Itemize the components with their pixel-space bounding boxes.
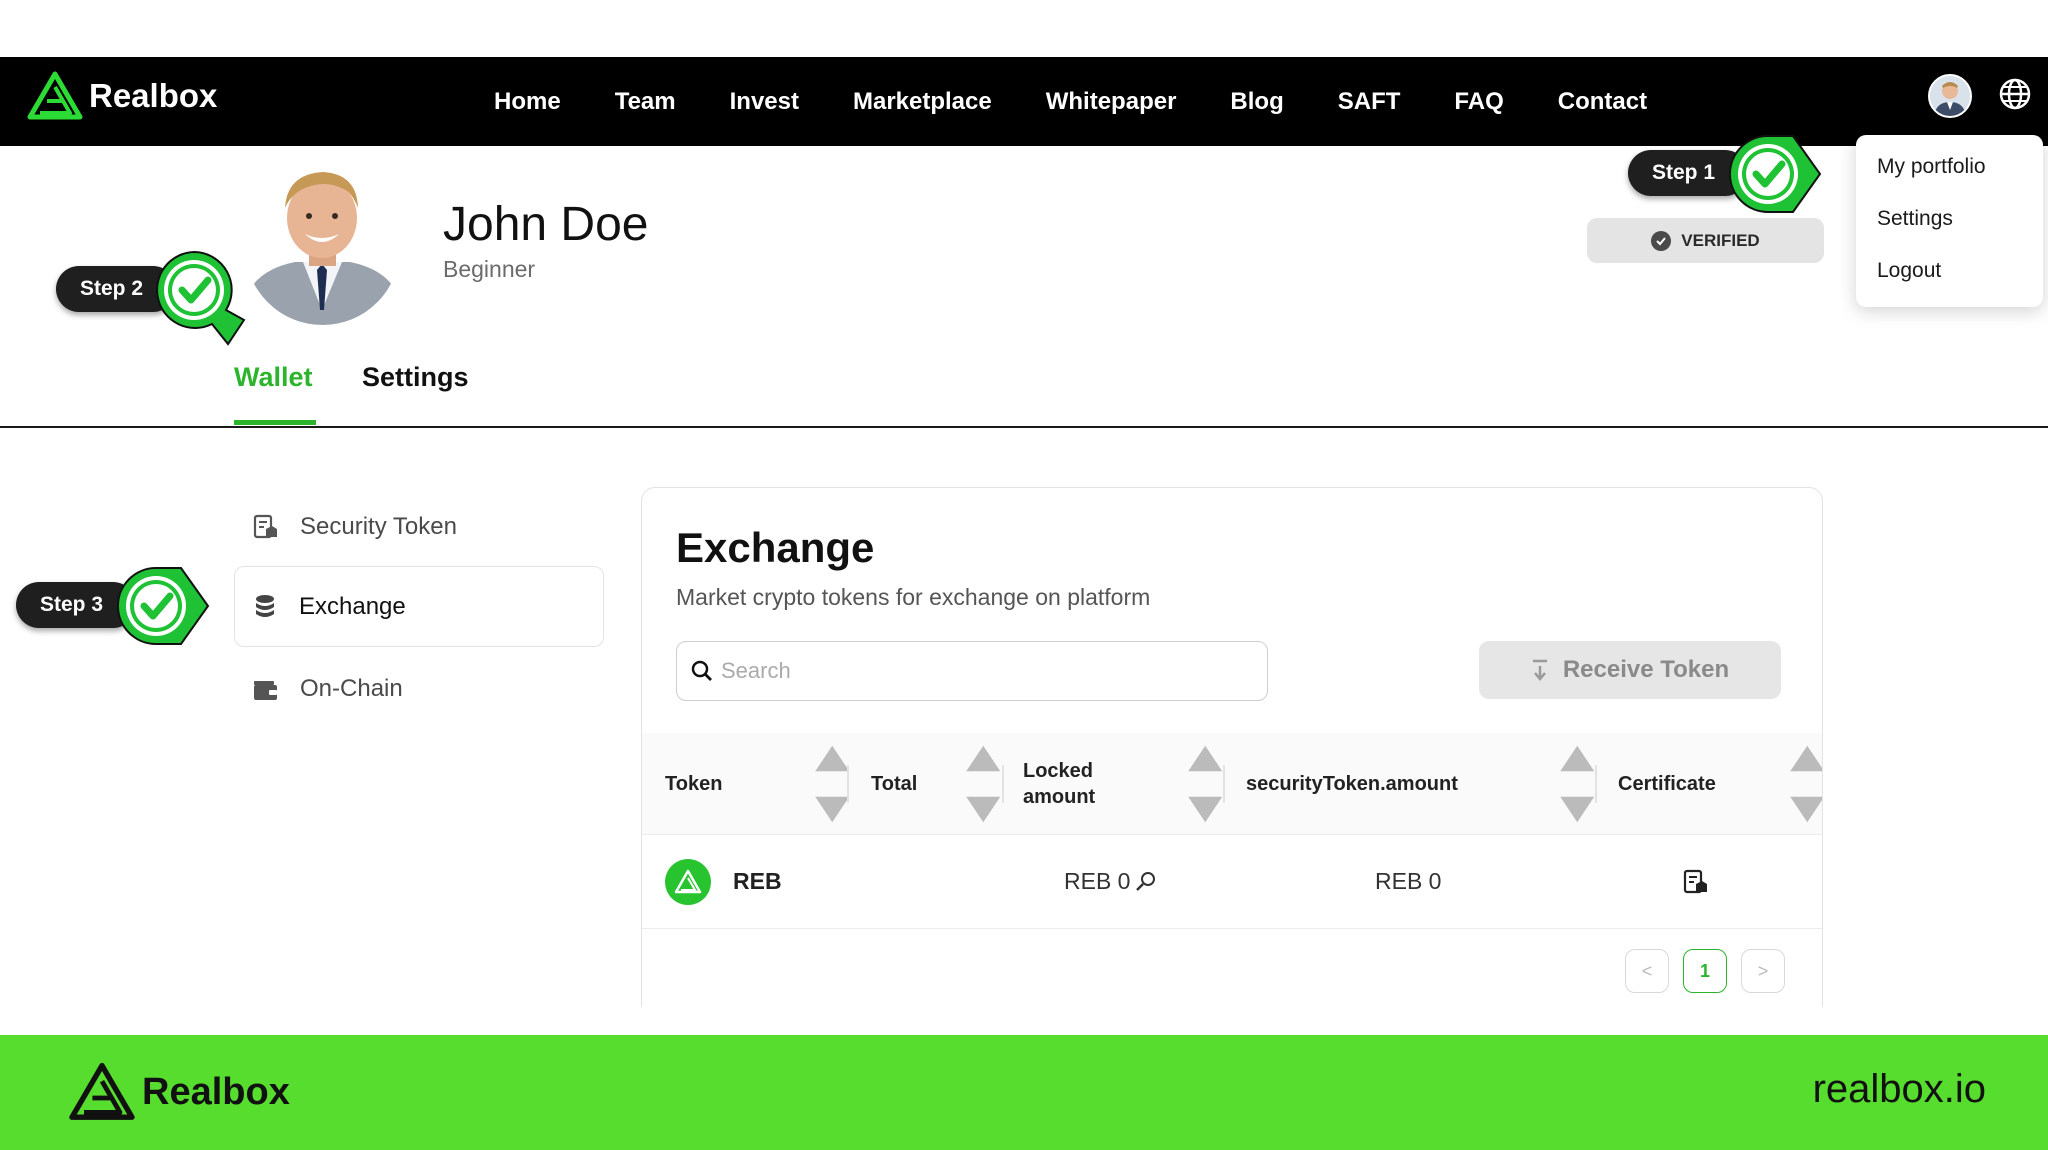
realbox-logo-icon (27, 71, 83, 120)
sort-icon[interactable] (1786, 733, 1823, 835)
column-divider (1595, 765, 1597, 803)
brand-name: Realbox (89, 77, 218, 114)
certificate-icon[interactable] (1682, 869, 1708, 895)
profile-photo (245, 160, 400, 325)
pagination-next-button[interactable]: > (1741, 949, 1785, 993)
nav-contact[interactable]: Contact (1558, 88, 1647, 116)
footer-url: realbox.io (1812, 1067, 1986, 1111)
footer-logo: Realbox (68, 1062, 290, 1122)
sidebar-item-label: Exchange (299, 592, 406, 620)
footer-banner: Realbox realbox.io (0, 1035, 2048, 1150)
column-divider (1002, 765, 1004, 803)
step-2-marker: Step 2 (56, 248, 252, 346)
nav-marketplace[interactable]: Marketplace (853, 88, 992, 116)
column-header-certificate[interactable]: Certificate (1618, 733, 1716, 835)
green-check-icon (156, 250, 246, 346)
nav-faq[interactable]: FAQ (1454, 88, 1503, 116)
sidebar-item-exchange[interactable]: Exchange (234, 566, 604, 647)
active-tab-indicator (234, 420, 316, 425)
search-input[interactable] (721, 658, 1241, 684)
security-token-amount-value: REB 0 (1375, 868, 1442, 894)
profile-name: John Doe (443, 198, 649, 251)
receive-token-button[interactable]: Receive Token (1479, 641, 1781, 699)
download-icon (1532, 659, 1547, 681)
tabs-divider (0, 426, 2048, 428)
menu-item-settings[interactable]: Settings (1877, 207, 2043, 259)
wallet-icon (254, 680, 277, 700)
step-3-marker: Step 3 (16, 564, 226, 645)
user-dropdown-menu: My portfolio Settings Logout (1856, 135, 2043, 307)
nav-blog[interactable]: Blog (1230, 88, 1283, 116)
nav-whitepaper[interactable]: Whitepaper (1046, 88, 1177, 116)
profile-photo-image (245, 160, 400, 325)
menu-item-logout[interactable]: Logout (1877, 259, 2043, 311)
pagination-prev-button[interactable]: < (1625, 949, 1669, 993)
receive-token-label: Receive Token (1562, 656, 1730, 683)
verified-check-icon (1651, 230, 1672, 251)
user-avatar-icon (1930, 76, 1970, 116)
search-field[interactable] (676, 641, 1268, 701)
footer-brand-name: Realbox (142, 1070, 290, 1113)
nav-invest[interactable]: Invest (730, 88, 799, 116)
coins-icon (256, 594, 274, 617)
sort-icon[interactable] (1556, 733, 1599, 835)
realbox-logo-icon (69, 1062, 135, 1120)
search-icon (691, 660, 712, 681)
column-header-token[interactable]: Token (665, 733, 722, 835)
nav-home[interactable]: Home (494, 88, 561, 116)
sidebar-item-on-chain[interactable]: On-Chain (234, 648, 604, 729)
sort-icon[interactable] (1184, 733, 1227, 835)
nav-team[interactable]: Team (615, 88, 676, 116)
step-1-marker: Step 1 (1628, 132, 1846, 213)
green-check-icon (117, 567, 210, 645)
sidebar-item-security-token[interactable]: Security Token (234, 486, 604, 567)
exchange-card: Exchange Market crypto tokens for exchan… (641, 487, 1823, 1007)
verified-label: VERIFIED (1681, 230, 1760, 250)
search-detail-icon[interactable] (1134, 870, 1158, 894)
menu-item-my-portfolio[interactable]: My portfolio (1877, 155, 2043, 207)
table-header: Token Total Locked amount securityToken.… (642, 733, 1823, 835)
sidebar-item-label: On-Chain (300, 674, 403, 702)
profile-level: Beginner (443, 256, 536, 282)
column-header-security-token-amount[interactable]: securityToken.amount (1246, 733, 1458, 835)
table-row[interactable]: REB REB 0 REB 0 (642, 835, 1822, 929)
realbox-logo[interactable]: Realbox (27, 71, 217, 121)
locked-amount-cell: REB 0 (1064, 868, 1158, 895)
avatar[interactable] (1928, 74, 1972, 118)
nav-saft[interactable]: SAFT (1338, 88, 1401, 116)
globe-icon[interactable] (1998, 77, 2032, 111)
certificate-icon (253, 514, 277, 538)
sort-icon[interactable] (962, 733, 1005, 835)
column-divider (847, 765, 849, 803)
tab-settings[interactable]: Settings (362, 362, 469, 393)
tab-wallet[interactable]: Wallet (234, 362, 313, 393)
nav-links: Home Team Invest Marketplace Whitepaper … (494, 57, 1647, 146)
locked-amount-value: REB 0 (1064, 868, 1131, 894)
token-name: REB (733, 868, 782, 894)
pagination-page-1[interactable]: 1 (1683, 949, 1727, 993)
sidebar-item-label: Security Token (300, 512, 457, 540)
card-title: Exchange (676, 524, 875, 571)
verified-badge: VERIFIED (1587, 218, 1824, 263)
card-subtitle: Market crypto tokens for exchange on pla… (676, 584, 1151, 610)
column-header-total[interactable]: Total (871, 733, 917, 835)
green-check-icon (1729, 135, 1822, 213)
column-header-locked-amount[interactable]: Locked amount (1023, 733, 1153, 835)
column-divider (1223, 765, 1225, 803)
reb-token-icon (665, 859, 711, 905)
